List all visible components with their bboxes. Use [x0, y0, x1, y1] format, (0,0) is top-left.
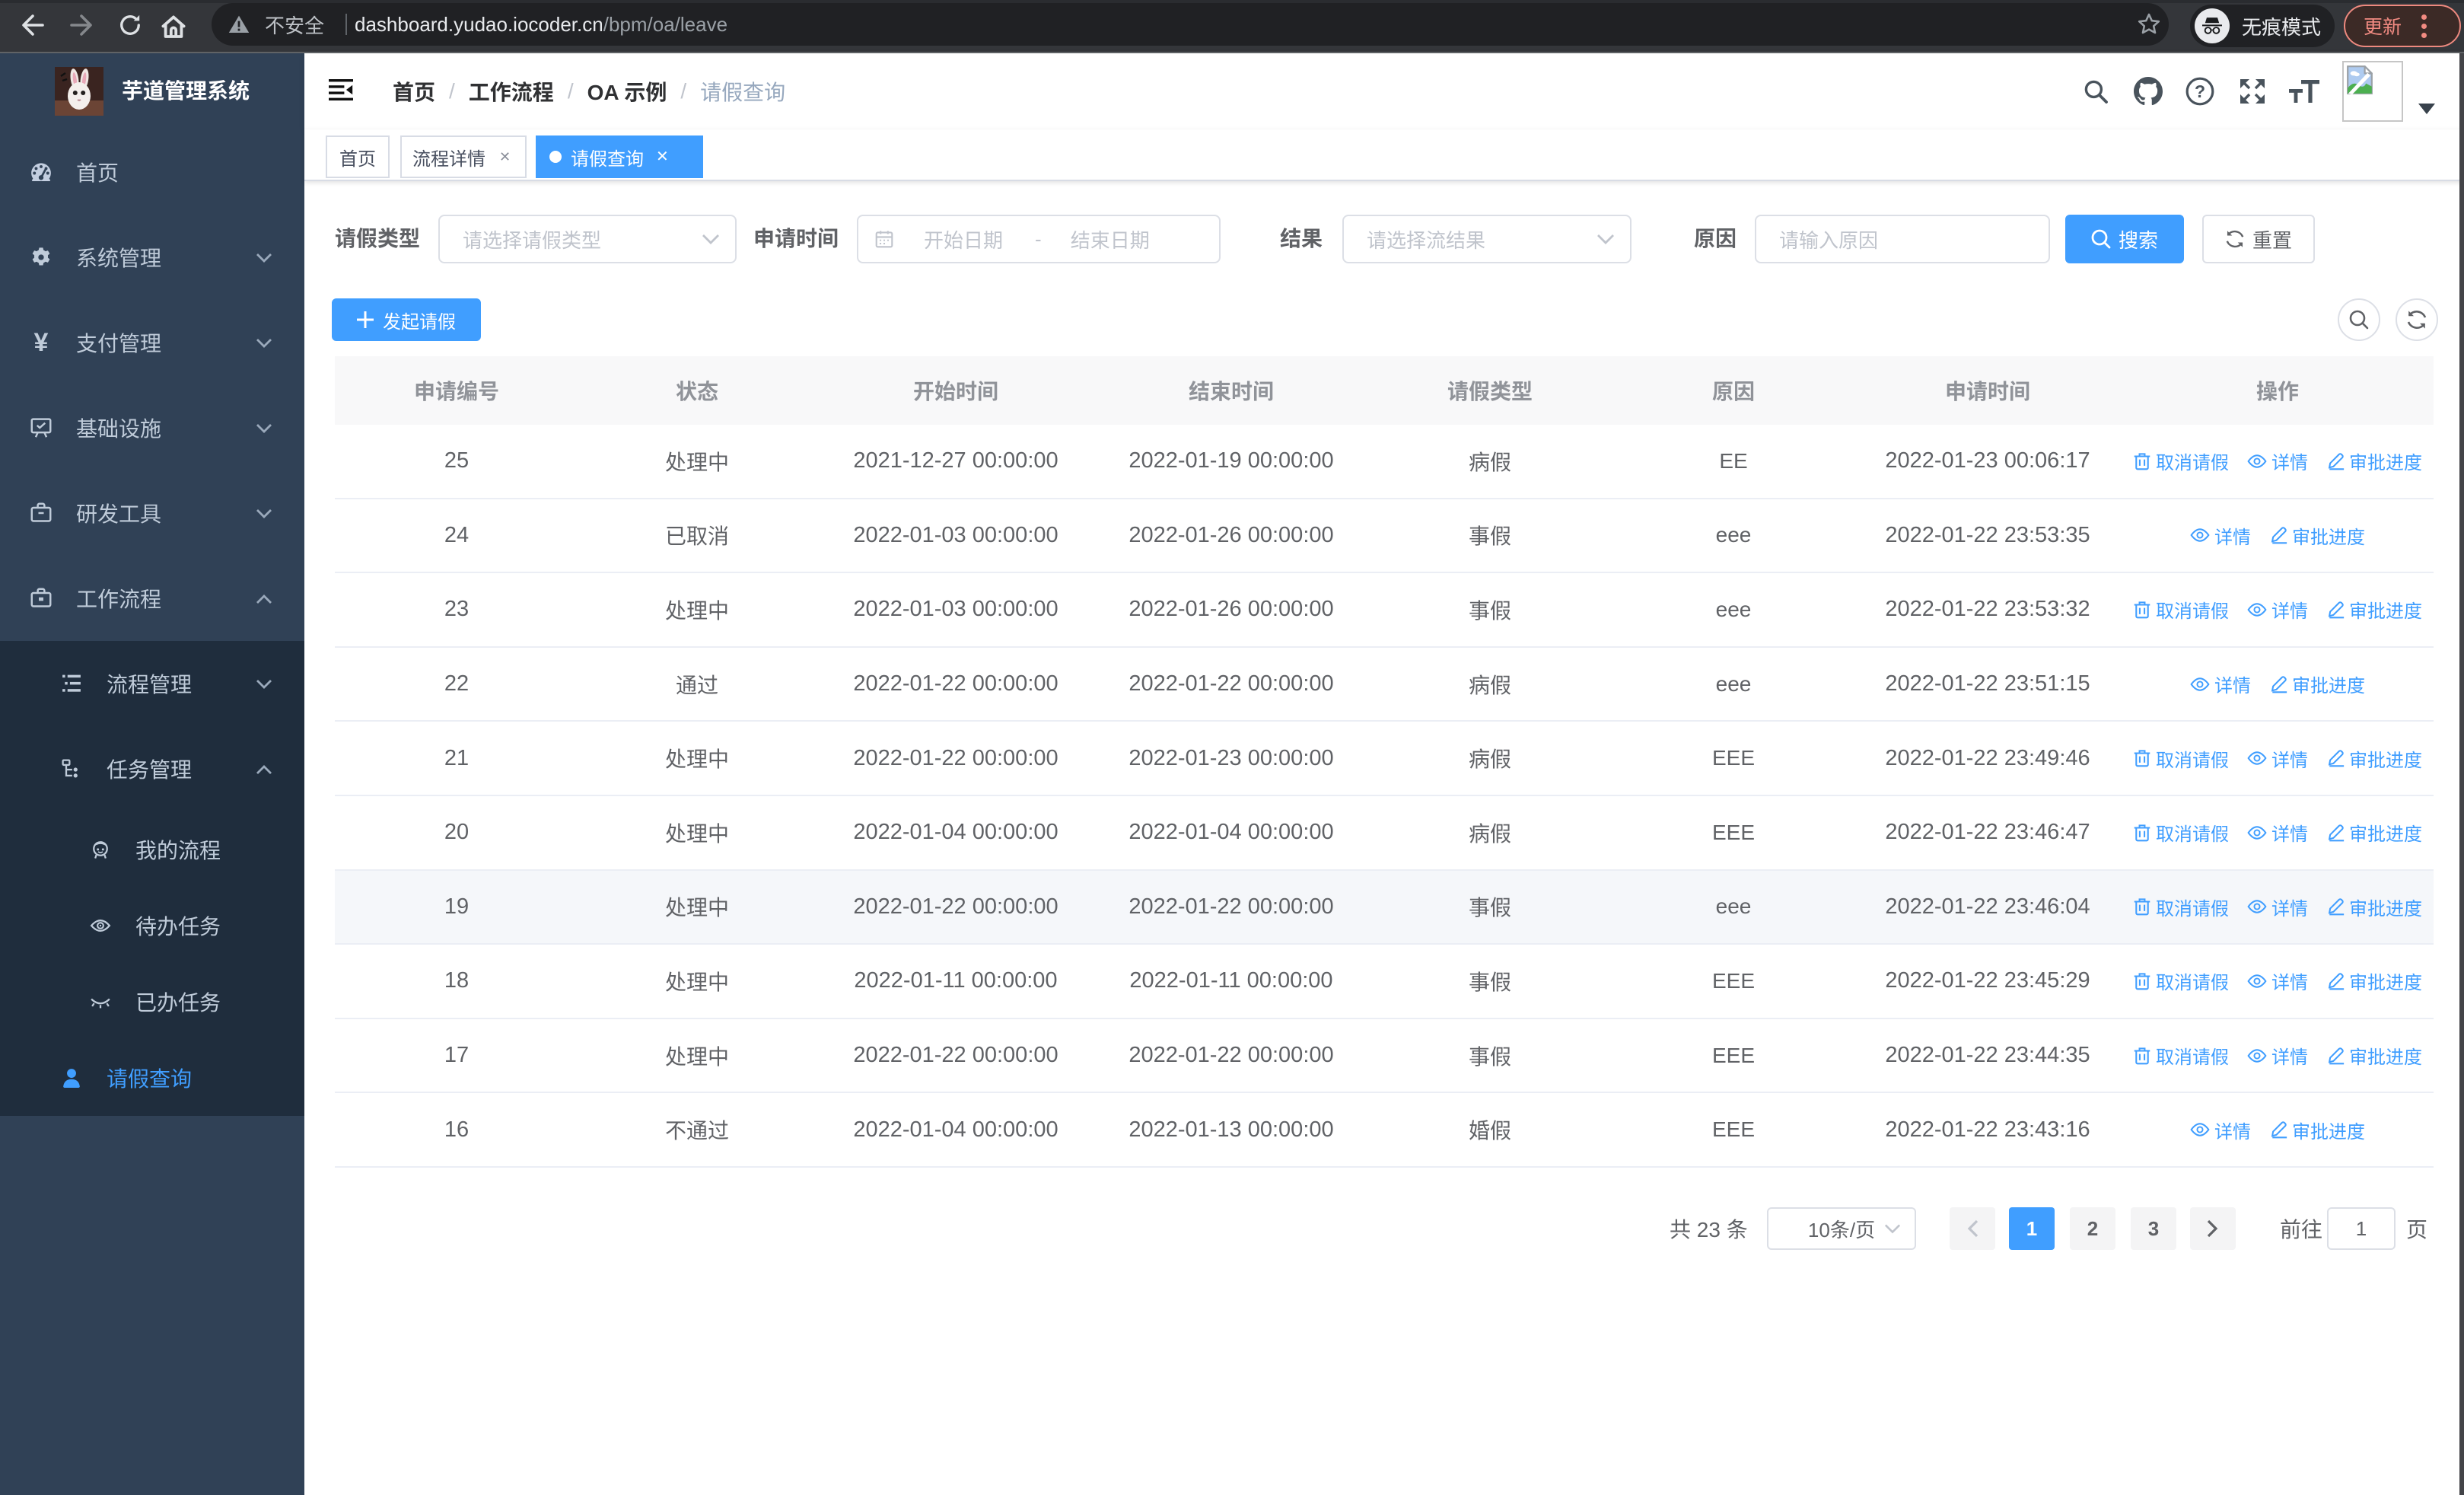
- svg-text:?: ?: [2195, 81, 2205, 101]
